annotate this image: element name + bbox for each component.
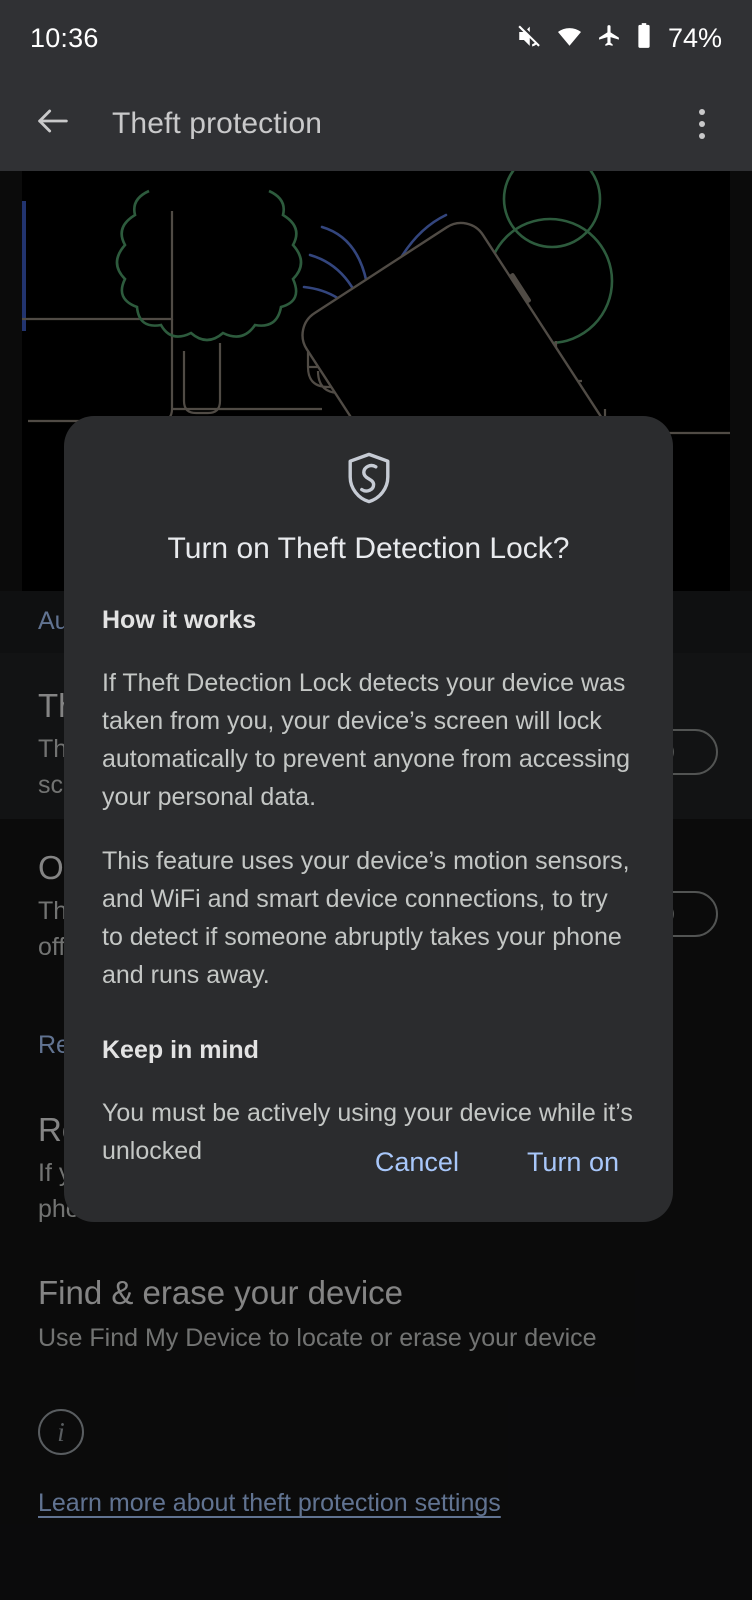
back-button[interactable]	[26, 97, 80, 151]
page-title: Theft protection	[112, 106, 323, 140]
battery-percent-label: 74%	[667, 22, 722, 53]
arrow-back-icon	[33, 101, 73, 146]
learn-more-link[interactable]: Learn more about theft protection settin…	[38, 1489, 501, 1518]
find-erase-title: Find & erase your device	[38, 1274, 404, 1311]
battery-icon	[636, 22, 652, 54]
dialog-title: Turn on Theft Detection Lock?	[167, 532, 570, 565]
dialog-paragraph-1: If Theft Detection Lock detects your dev…	[102, 669, 631, 811]
dialog-heading-keep-in-mind: Keep in mind	[102, 1036, 259, 1064]
info-icon-glyph: i	[57, 1416, 65, 1447]
airplane-mode-icon	[597, 23, 622, 53]
shield-security-icon	[345, 452, 393, 504]
info-icon: i	[38, 1409, 84, 1455]
overflow-dot-icon	[699, 132, 705, 139]
wifi-icon	[556, 23, 583, 54]
dialog-heading-how-it-works: How it works	[102, 606, 257, 634]
cancel-button[interactable]: Cancel	[357, 1133, 477, 1192]
overflow-menu-button[interactable]	[678, 97, 726, 151]
volume-mute-icon	[516, 23, 542, 54]
turn-on-button[interactable]: Turn on	[509, 1133, 637, 1192]
dialog-paragraph-2: This feature uses your device’s motion s…	[102, 847, 630, 989]
dialog-body: How it works If Theft Detection Lock det…	[102, 602, 635, 1170]
dialog-actions: Cancel Turn on	[357, 1133, 637, 1192]
app-bar: Theft protection	[0, 76, 752, 171]
status-bar-icons: 74%	[516, 22, 722, 54]
theft-detection-dialog: Turn on Theft Detection Lock? How it wor…	[64, 416, 673, 1222]
overflow-dot-icon	[699, 120, 705, 127]
phone-screen: 10:36 74% Theft protection This This If …	[0, 0, 752, 1600]
find-erase-section[interactable]: Find & erase your device Use Find My Dev…	[0, 1274, 752, 1356]
status-bar-clock: 10:36	[30, 22, 99, 53]
status-bar: 10:36 74%	[0, 0, 752, 76]
overflow-dot-icon	[699, 108, 705, 115]
find-erase-subtitle: Use Find My Device to locate or erase yo…	[38, 1324, 597, 1352]
